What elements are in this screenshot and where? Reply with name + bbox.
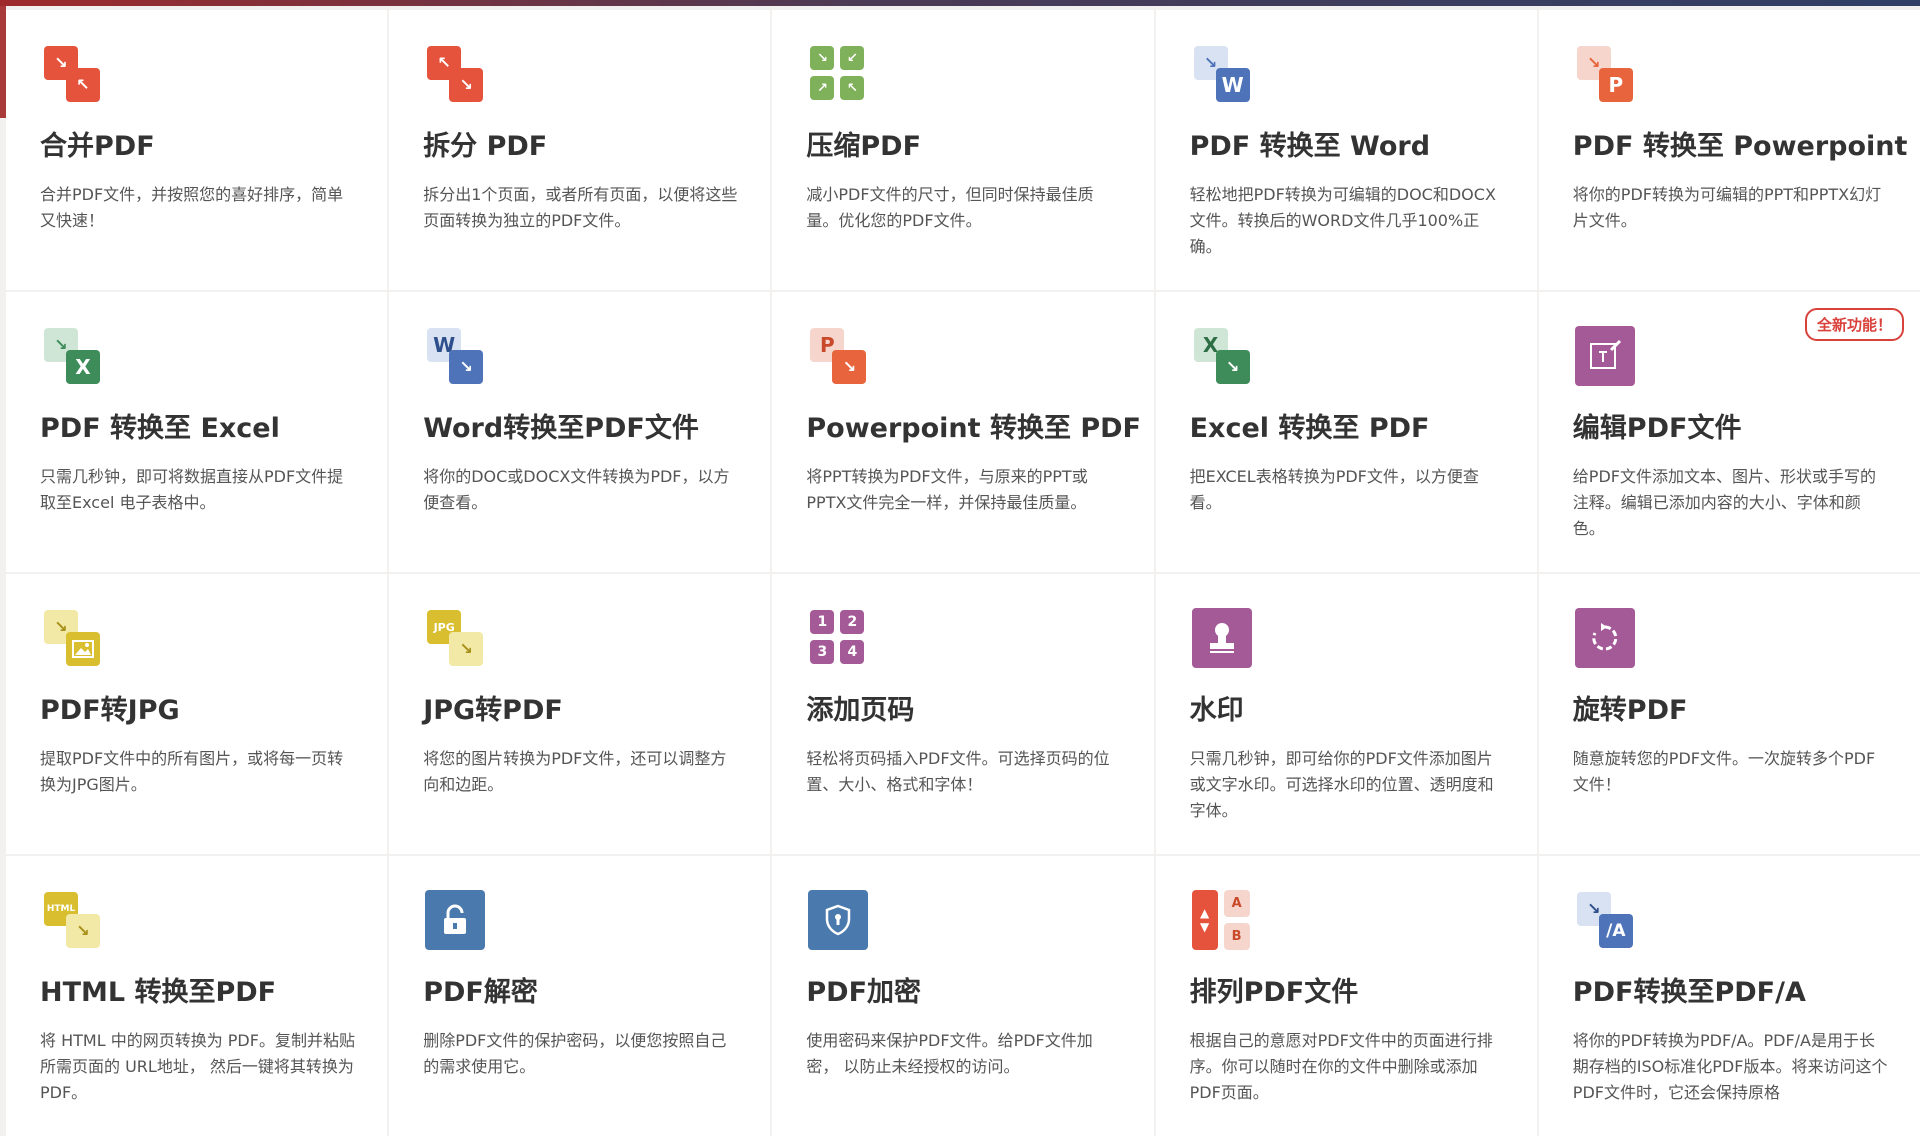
tool-description: 将您的图片转换为PDF文件，还可以调整方向和边距。	[423, 749, 727, 794]
top-accent-bar	[0, 0, 1920, 6]
split-icon: ↖ ↘	[423, 42, 487, 106]
tool-card-compress-pdf[interactable]: ↘ ↙ ↗ ↖ 压缩PDF 减小PDF文件的尺寸，但同时保持最佳质量。优化您的P…	[772, 10, 1154, 290]
tool-title: 合并PDF	[40, 131, 155, 162]
pdf-to-excel-icon: ↘ X	[40, 324, 104, 388]
tool-title: 拆分 PDF	[423, 131, 548, 162]
tool-description: 将 HTML 中的网页转换为 PDF。复制并粘贴所需页面的 URL地址， 然后一…	[40, 1031, 355, 1102]
tool-title: JPG转PDF	[423, 695, 563, 726]
tool-description: 合并PDF文件，并按照您的喜好排序，简单又快速！	[40, 185, 344, 230]
tool-card-pdf-to-powerpoint[interactable]: ↘ P PDF 转换至 Powerpoint 将你的PDF转换为可编辑的PPT和…	[1538, 10, 1920, 290]
tool-title: 添加页码	[806, 695, 915, 726]
tool-description: 只需几秒钟，即可给你的PDF文件添加图片或文字水印。可选择水印的位置、透明度和字…	[1189, 749, 1494, 820]
tool-description: 给PDF文件添加文本、图片、形状或手写的注释。编辑已添加内容的大小、字体和颜色。	[1572, 467, 1876, 538]
pdf-to-powerpoint-icon: ↘ P	[1573, 42, 1637, 106]
stamp-icon	[1190, 606, 1254, 670]
tool-title: HTML 转换至PDF	[40, 977, 277, 1008]
page-numbers-icon: 1 2 3 4	[806, 606, 870, 670]
pdf-to-jpg-icon: ↘	[40, 606, 104, 670]
tool-description: 轻松将页码插入PDF文件。可选择页码的位置、大小、格式和字体！	[806, 749, 1110, 794]
tool-card-organize-pdf[interactable]: ▲ ▼ A B 排列PDF文件 根据自己的意愿对PDF文件中的页面进行排序。你可以…	[1155, 856, 1537, 1136]
pdf-to-pdfa-icon: ↘ /A	[1573, 888, 1637, 952]
edit-pdf-icon	[1573, 324, 1637, 388]
tool-card-protect-pdf[interactable]: PDF加密 使用密码来保护PDF文件。给PDF文件加密， 以防止未经授权的访问。	[772, 856, 1154, 1136]
tool-title: PDF转JPG	[40, 695, 180, 726]
tool-title: 旋转PDF	[1572, 695, 1688, 726]
tool-title: PDF 转换至 Powerpoint	[1572, 131, 1908, 162]
tool-card-add-page-numbers[interactable]: 1 2 3 4 添加页码 轻松将页码插入PDF文件。可选择页码的位置、大小、格式…	[772, 574, 1154, 854]
tool-title: 排列PDF文件	[1189, 977, 1359, 1008]
tools-grid: ↘ ↖ 合并PDF 合并PDF文件，并按照您的喜好排序，简单又快速！ ↖ ↘ 拆…	[6, 10, 1920, 1136]
tool-description: 把EXCEL表格转换为PDF文件，以方便查看。	[1189, 467, 1479, 512]
new-feature-badge: 全新功能！	[1804, 308, 1904, 341]
tool-card-excel-to-pdf[interactable]: X ↘ Excel 转换至 PDF 把EXCEL表格转换为PDF文件，以方便查看…	[1155, 292, 1537, 572]
tool-card-word-to-pdf[interactable]: W ↘ Word转换至PDF文件 将你的DOC或DOCX文件转换为PDF，以方便…	[389, 292, 771, 572]
tool-title: 水印	[1189, 695, 1244, 726]
tool-description: 删除PDF文件的保护密码，以便您按照自己的需求使用它。	[423, 1031, 727, 1076]
tool-card-powerpoint-to-pdf[interactable]: P ↘ Powerpoint 转换至 PDF 将PPT转换为PDF文件，与原来的…	[772, 292, 1154, 572]
tool-card-pdf-to-jpg[interactable]: ↘ PDF转JPG 提取PDF文件中的所有图片，或将每一页转换为JPG图片。	[6, 574, 388, 854]
tool-card-watermark[interactable]: 水印 只需几秒钟，即可给你的PDF文件添加图片或文字水印。可选择水印的位置、透明…	[1155, 574, 1537, 854]
tool-card-html-to-pdf[interactable]: HTML ↘ HTML 转换至PDF 将 HTML 中的网页转换为 PDF。复制…	[6, 856, 388, 1136]
pdf-to-word-icon: ↘ W	[1190, 42, 1254, 106]
tool-card-pdf-to-word[interactable]: ↘ W PDF 转换至 Word 轻松地把PDF转换为可编辑的DOC和DOCX文…	[1155, 10, 1537, 290]
tool-description: 随意旋转您的PDF文件。一次旋转多个PDF文件！	[1572, 749, 1876, 794]
tool-description: 将你的PDF转换为PDF/A。PDF/A是用于长期存档的ISO标准化PDF版本。…	[1572, 1031, 1888, 1102]
tool-card-jpg-to-pdf[interactable]: JPG ↘ JPG转PDF 将您的图片转换为PDF文件，还可以调整方向和边距。	[389, 574, 771, 854]
tool-description: 根据自己的意愿对PDF文件中的页面进行排序。你可以随时在你的文件中删除或添加PD…	[1189, 1031, 1493, 1102]
tool-title: 编辑PDF文件	[1572, 413, 1742, 444]
tool-description: 将你的PDF转换为可编辑的PPT和PPTX幻灯片文件。	[1572, 185, 1882, 230]
tool-title: Powerpoint 转换至 PDF	[806, 413, 1142, 444]
unlock-icon	[423, 888, 487, 952]
tool-title: PDF加密	[806, 977, 922, 1008]
powerpoint-to-pdf-icon: P ↘	[806, 324, 870, 388]
rotate-icon	[1573, 606, 1637, 670]
organize-icon: ▲ ▼ A B	[1190, 888, 1254, 952]
tool-card-edit-pdf[interactable]: 全新功能！ 编辑PDF文件 给PDF文件添加文本、图片、形状或手写的注释。编辑已…	[1538, 292, 1920, 572]
shield-icon	[806, 888, 870, 952]
jpg-to-pdf-icon: JPG ↘	[423, 606, 487, 670]
tool-description: 提取PDF文件中的所有图片，或将每一页转换为JPG图片。	[40, 749, 344, 794]
tool-description: 减小PDF文件的尺寸，但同时保持最佳质量。优化您的PDF文件。	[806, 185, 1094, 230]
tool-card-merge-pdf[interactable]: ↘ ↖ 合并PDF 合并PDF文件，并按照您的喜好排序，简单又快速！	[6, 10, 388, 290]
tool-title: PDF 转换至 Word	[1189, 131, 1431, 162]
compress-icon: ↘ ↙ ↗ ↖	[806, 42, 870, 106]
html-to-pdf-icon: HTML ↘	[40, 888, 104, 952]
tool-description: 轻松地把PDF转换为可编辑的DOC和DOCX文件。转换后的WORD文件几乎100…	[1189, 185, 1496, 256]
tool-card-rotate-pdf[interactable]: 旋转PDF 随意旋转您的PDF文件。一次旋转多个PDF文件！	[1538, 574, 1920, 854]
tool-card-pdf-to-excel[interactable]: ↘ X PDF 转换至 Excel 只需几秒钟，即可将数据直接从PDF文件提取至…	[6, 292, 388, 572]
tool-title: PDF 转换至 Excel	[40, 413, 280, 444]
tool-card-unlock-pdf[interactable]: PDF解密 删除PDF文件的保护密码，以便您按照自己的需求使用它。	[389, 856, 771, 1136]
tool-card-split-pdf[interactable]: ↖ ↘ 拆分 PDF 拆分出1个页面，或者所有页面，以便将这些页面转换为独立的P…	[389, 10, 771, 290]
tool-card-pdf-to-pdfa[interactable]: ↘ /A PDF转换至PDF/A 将你的PDF转换为PDF/A。PDF/A是用于…	[1538, 856, 1920, 1136]
merge-icon: ↘ ↖	[40, 42, 104, 106]
tool-description: 使用密码来保护PDF文件。给PDF文件加密， 以防止未经授权的访问。	[806, 1031, 1093, 1076]
excel-to-pdf-icon: X ↘	[1190, 324, 1254, 388]
tool-title: PDF解密	[423, 977, 538, 1008]
tool-description: 将你的DOC或DOCX文件转换为PDF，以方便查看。	[423, 467, 730, 512]
word-to-pdf-icon: W ↘	[423, 324, 487, 388]
tool-description: 将PPT转换为PDF文件，与原来的PPT或PPTX文件完全一样，并保持最佳质量。	[806, 467, 1088, 512]
tool-title: Word转换至PDF文件	[423, 413, 699, 444]
tool-title: Excel 转换至 PDF	[1189, 413, 1430, 444]
tool-description: 拆分出1个页面，或者所有页面，以便将这些页面转换为独立的PDF文件。	[423, 185, 738, 230]
tool-title: PDF转换至PDF/A	[1572, 977, 1806, 1008]
tool-title: 压缩PDF	[806, 131, 922, 162]
tool-description: 只需几秒钟，即可将数据直接从PDF文件提取至Excel 电子表格中。	[40, 467, 344, 512]
